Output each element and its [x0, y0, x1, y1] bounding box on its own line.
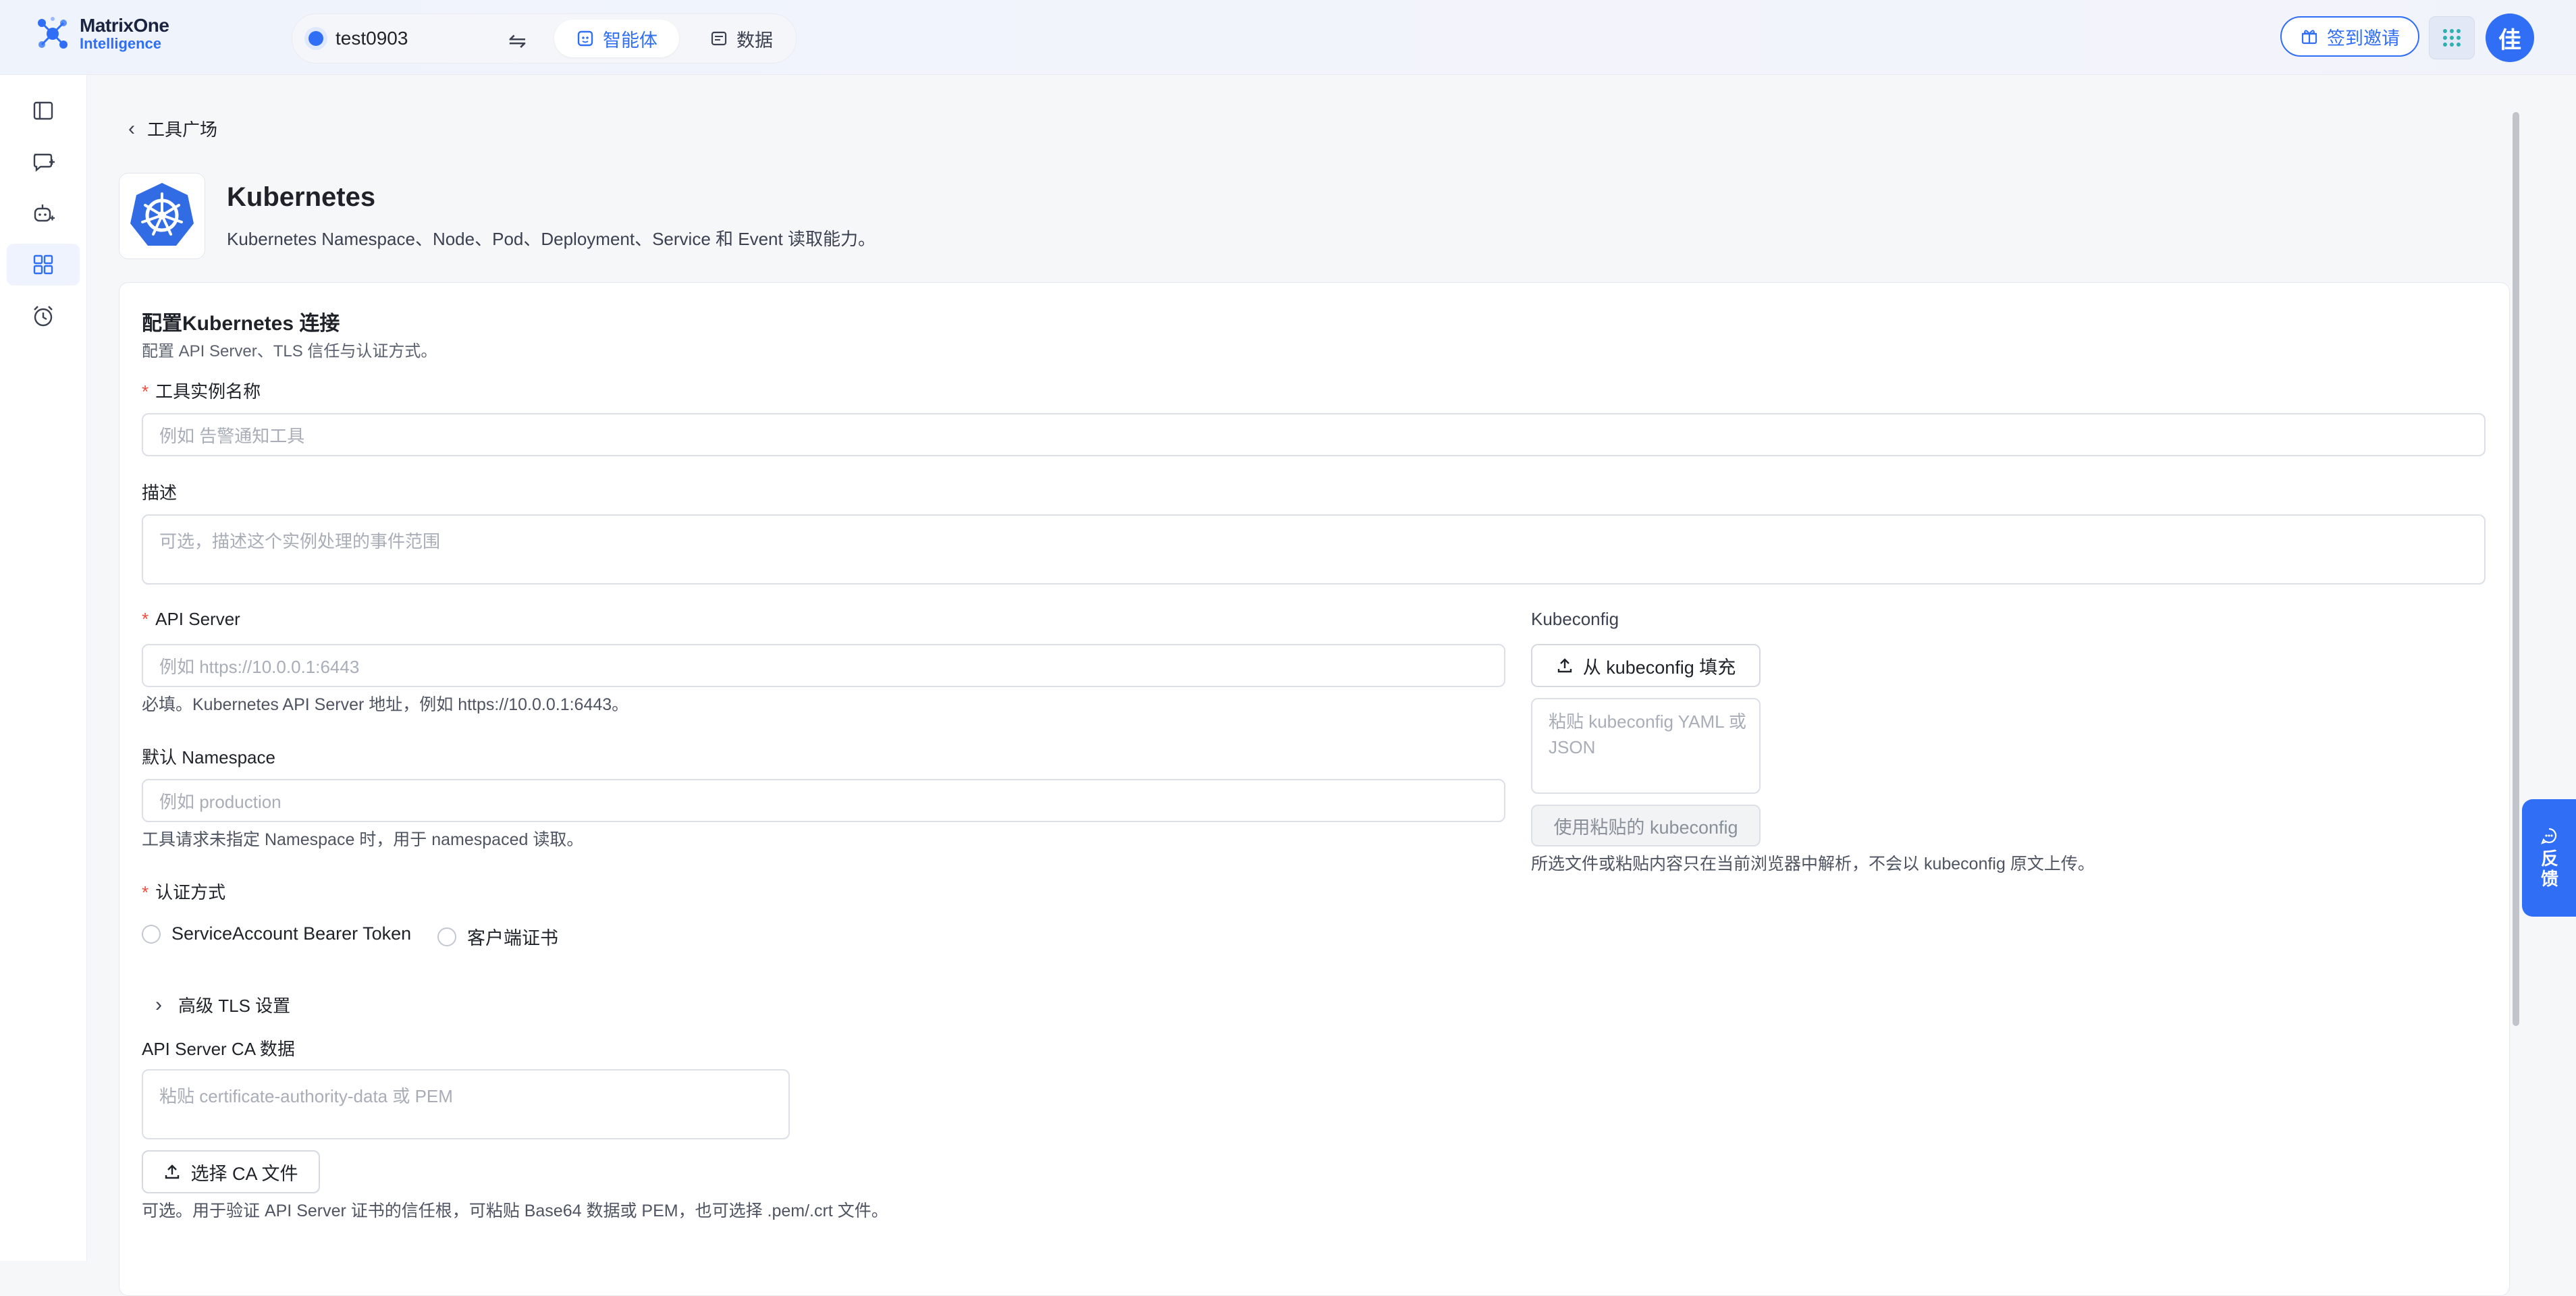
sidebar-toggle-icon	[33, 101, 53, 120]
form-subtitle: 配置 API Server、TLS 信任与认证方式。	[142, 342, 437, 360]
upload-icon	[1557, 658, 1572, 673]
kubeconfig-paste-textarea[interactable]: 粘贴 kubeconfig YAML 或 JSON	[1531, 698, 1761, 794]
api-server-help: 必填。Kubernetes API Server 地址，例如 https://1…	[142, 695, 629, 714]
brand-logo[interactable]: MatrixOne Intelligence	[34, 15, 169, 53]
feedback-button[interactable]: 反馈	[2522, 799, 2576, 917]
upload-icon	[165, 1164, 180, 1179]
kubeconfig-paste-placeholder: 粘贴 kubeconfig YAML 或 JSON	[1549, 711, 1746, 757]
api-server-placeholder: 例如 https://10.0.0.1:6443	[159, 656, 360, 677]
sidebar	[0, 75, 87, 1261]
tab-data[interactable]: 数据	[688, 20, 795, 57]
radio-circle[interactable]	[437, 927, 456, 946]
back-link[interactable]: ‹ 工具广场	[128, 116, 217, 141]
required-mark: *	[142, 882, 149, 902]
use-pasted-kubeconfig-label: 使用粘贴的 kubeconfig	[1553, 817, 1738, 838]
feedback-label: 反馈	[2538, 849, 2559, 890]
agent-icon	[577, 30, 593, 47]
auth-option-token[interactable]: ServiceAccount Bearer Token	[142, 923, 411, 944]
auth-option-client-cert[interactable]: 客户端证书	[437, 923, 558, 950]
scrollbar-thumb[interactable]	[2513, 112, 2519, 1026]
instance-name-input[interactable]: 例如 告警通知工具	[142, 413, 2486, 456]
api-server-label-text: API Server	[155, 609, 240, 629]
apps-menu-button[interactable]	[2429, 16, 2475, 59]
auth-method-label: * 认证方式	[142, 879, 225, 904]
workspace-selector[interactable]: test0903	[308, 14, 408, 63]
kubernetes-logo	[119, 173, 205, 259]
auth-option-client-cert-label: 客户端证书	[467, 928, 558, 948]
namespace-help: 工具请求未指定 Namespace 时，用于 namespaced 读取。	[142, 830, 584, 849]
use-pasted-kubeconfig-button[interactable]: 使用粘贴的 kubeconfig	[1531, 805, 1761, 846]
back-link-label: 工具广场	[147, 119, 218, 140]
tool-title: Kubernetes	[227, 182, 376, 212]
form-title: 配置Kubernetes 连接	[142, 313, 340, 335]
swap-icon[interactable]: ⇋	[508, 28, 527, 53]
description-textarea[interactable]: 可选，描述这个实例处理的事件范围	[142, 514, 2486, 585]
sidebar-item-agents[interactable]	[7, 192, 80, 234]
brand-subtitle: Intelligence	[80, 35, 162, 52]
advanced-tls-label: 高级 TLS 设置	[178, 996, 291, 1016]
new-chat-icon	[33, 153, 55, 172]
workspace-name: test0903	[336, 28, 408, 49]
top-bar: MatrixOne Intelligence test0903 ⇋ 智能体 数据	[0, 0, 2576, 75]
invite-label: 签到邀请	[2327, 28, 2400, 49]
grid-dots-icon	[2443, 29, 2461, 47]
ca-data-placeholder: 粘贴 certificate-authority-data 或 PEM	[159, 1086, 453, 1106]
auth-option-token-label: ServiceAccount Bearer Token	[171, 923, 412, 944]
api-server-label: * API Server	[142, 609, 240, 630]
select-ca-file-label: 选择 CA 文件	[190, 1163, 298, 1184]
kubeconfig-fill-label: 从 kubeconfig 填充	[1582, 657, 1736, 678]
api-server-input[interactable]: 例如 https://10.0.0.1:6443	[142, 644, 1505, 687]
kubeconfig-fill-button[interactable]: 从 kubeconfig 填充	[1531, 644, 1761, 687]
kubeconfig-help: 所选文件或粘贴内容只在当前浏览器中解析，不会以 kubeconfig 原文上传。	[1531, 855, 2095, 873]
tab-data-label: 数据	[736, 30, 773, 51]
sidebar-item-tools[interactable]	[7, 244, 80, 286]
required-mark: *	[142, 381, 149, 402]
tool-description: Kubernetes Namespace、Node、Pod、Deployment…	[227, 229, 876, 249]
description-label: 描述	[142, 483, 178, 503]
required-mark: *	[142, 609, 149, 629]
auth-method-label-text: 认证方式	[155, 882, 226, 902]
agent-robot-icon	[34, 205, 55, 222]
gift-icon	[2301, 30, 2317, 45]
grid-apps-icon	[33, 254, 53, 275]
sidebar-item-new-chat[interactable]	[7, 141, 80, 183]
tab-agent[interactable]: 智能体	[554, 20, 679, 57]
kubeconfig-label: Kubeconfig	[1531, 609, 1619, 629]
description-placeholder: 可选，描述这个实例处理的事件范围	[159, 531, 441, 551]
user-avatar[interactable]: 佳	[2486, 14, 2534, 62]
chevron-left-icon: ‹	[128, 117, 135, 140]
chevron-right-icon: ›	[155, 993, 162, 1016]
advanced-tls-toggle[interactable]: › 高级 TLS 设置	[155, 992, 290, 1017]
workspace-switcher: test0903 ⇋ 智能体 数据	[292, 14, 797, 63]
namespace-placeholder: 例如 production	[159, 791, 281, 812]
data-icon	[711, 31, 727, 46]
workspace-status-dot	[308, 31, 323, 46]
invite-button[interactable]: 签到邀请	[2280, 16, 2419, 57]
matrixone-logo-icon	[34, 15, 72, 53]
radio-circle[interactable]	[142, 924, 161, 944]
instance-name-label: * 工具实例名称	[142, 378, 261, 403]
ca-data-label: API Server CA 数据	[142, 1039, 295, 1059]
ca-data-textarea[interactable]: 粘贴 certificate-authority-data 或 PEM	[142, 1069, 790, 1139]
sidebar-item-toggle[interactable]	[7, 90, 80, 132]
alarm-clock-icon	[34, 306, 53, 327]
instance-name-label-text: 工具实例名称	[155, 381, 261, 402]
select-ca-file-button[interactable]: 选择 CA 文件	[142, 1150, 320, 1193]
ca-help: 可选。用于验证 API Server 证书的信任根，可粘贴 Base64 数据或…	[142, 1202, 888, 1220]
tab-agent-label: 智能体	[603, 30, 658, 51]
brand-name: MatrixOne	[80, 15, 169, 36]
kubernetes-icon	[130, 183, 194, 246]
instance-name-placeholder: 例如 告警通知工具	[159, 425, 305, 446]
namespace-input[interactable]: 例如 production	[142, 779, 1505, 822]
sidebar-item-schedule[interactable]	[7, 295, 80, 337]
chat-bubble-icon	[2541, 828, 2557, 844]
namespace-label: 默认 Namespace	[142, 747, 275, 767]
